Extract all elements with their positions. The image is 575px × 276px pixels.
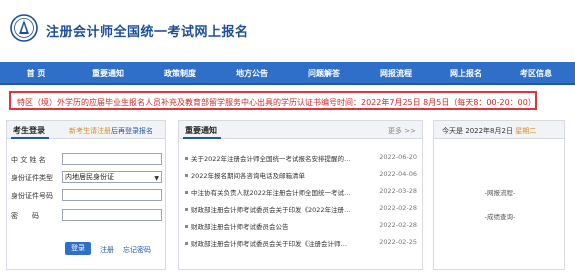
today-weekday: 星期二 [515,127,537,135]
news-item-date: 2022-02-25 [379,238,417,246]
password-input[interactable] [62,209,162,221]
news-item-date: 2022-04-06 [379,170,417,178]
news-panel-header: 重要通知 更多 >> [179,121,422,139]
site-title: 注册会计师全国统一考试网上报名 [46,25,249,40]
password-label: 密 码 [11,212,39,220]
tab-underline [11,137,49,139]
today-panel-header: 今天是 2022年8月2日 星期二 [434,121,564,139]
news-item[interactable]: 财政部注册会计师考试委员会关于印发《2022年注册会计师全国统一考试报名简章》的… [185,203,417,215]
news-item[interactable]: 财政部注册会计师考试委员会公告 2022-02-28 [185,220,417,232]
name-label: 中 文 姓 名 [11,156,46,164]
today-panel: 今天是 2022年8月2日 星期二 -网报流程- -成绩查询- [433,120,565,270]
news-panel: 重要通知 更多 >> 关于2022年注册会计师全国统一考试报名安排提醒的公告 2… [178,120,423,270]
news-item-title[interactable]: 财政部注册会计师考试委员会公告 [191,221,353,231]
news-item-title[interactable]: 财政部注册会计师考试委员会关于印发《注册会计师全国统一考试违规行为处理办法》的通… [191,238,353,248]
more-link[interactable]: 更多 >> [388,126,416,136]
today-date: 今天是 2022年8月2日 星期二 [442,126,536,136]
tab-underline [183,137,221,139]
news-item-date: 2022-03-28 [379,187,417,195]
id-type-value: 内地居民身份证 [65,173,114,181]
forgot-password-link[interactable]: 忘记密码 [123,245,151,255]
nav-important-notice[interactable]: 重要通知 [92,68,124,79]
today-prefix: 今天是 [442,127,463,135]
nav-policy[interactable]: 政策制度 [164,68,196,79]
news-item[interactable]: 关于2022年注册会计师全国统一考试报名安排提醒的公告 2022-06-20 [185,152,417,164]
score-query-link[interactable]: -成绩查询- [434,211,566,221]
news-item[interactable]: 中注协有关负责人就2022年注册会计师全国统一考试报名相关问题答记者问 2022… [185,186,417,198]
register-tip-link[interactable]: 新考生请注册 [69,127,111,135]
news-item-date: 2022-02-28 [379,204,417,212]
main-nav: 首 页 重要通知 政策制度 地方公告 问题解答 网报流程 网上报名 考区信息 [0,62,575,85]
header: 注册会计师全国统一考试网上报名 [0,0,575,62]
registration-process-link[interactable]: -网报流程- [434,187,566,197]
login-tip-rest: 后再登录报名 [111,127,153,135]
nav-exam-area-info[interactable]: 考区信息 [520,68,552,79]
notice-banner: 特区（境）外学历的应届毕业生报名人员补充及教育部留学服务中心出具的学历认证书编号… [9,91,537,110]
nav-registration-process[interactable]: 网报流程 [380,68,412,79]
news-item-date: 2022-02-28 [379,221,417,229]
register-link[interactable]: 注册 [100,245,114,255]
bullet-icon [185,208,188,211]
name-input[interactable] [62,153,162,165]
login-title: 考生登录 [13,126,45,135]
news-item[interactable]: 财政部注册会计师考试委员会关于印发《注册会计师全国统一考试违规行为处理办法》的通… [185,237,417,249]
bullet-icon [185,191,188,194]
nav-home[interactable]: 首 页 [27,68,46,79]
bullet-icon [185,157,188,160]
id-number-input[interactable] [62,189,162,201]
bullet-icon [185,174,188,177]
bullet-icon [185,225,188,228]
news-title: 重要通知 [185,126,217,135]
news-item-title[interactable]: 2022年报名期间各咨询电话及邮箱清单 [191,170,353,180]
dropdown-arrow-icon: ▼ [154,175,159,182]
id-type-select[interactable]: 内地居民身份证 ▼ [62,171,162,183]
login-panel: 考生登录 新考生请注册后再登录报名 中 文 姓 名 身份证件类型 内地居民身份证… [6,120,166,270]
nav-faq[interactable]: 问题解答 [308,68,340,79]
login-panel-header: 考生登录 新考生请注册后再登录报名 [7,121,165,139]
notice-text: 特区（境）外学历的应届毕业生报名人员补充及教育部留学服务中心出具的学历认证书编号… [17,98,536,107]
news-item-title[interactable]: 中注协有关负责人就2022年注册会计师全国统一考试报名相关问题答记者问 [191,187,353,197]
news-item-title[interactable]: 关于2022年注册会计师全国统一考试报名安排提醒的公告 [191,153,353,163]
id-type-label: 身份证件类型 [11,174,53,182]
nav-online-registration[interactable]: 网上报名 [450,68,482,79]
login-button[interactable]: 登录 [65,242,91,255]
cpa-logo-icon [10,14,38,42]
nav-local-announcements[interactable]: 地方公告 [236,68,268,79]
news-item-date: 2022-06-20 [379,153,417,161]
today-date-value: 2022年8月2日 [465,127,513,135]
news-item-title[interactable]: 财政部注册会计师考试委员会关于印发《2022年注册会计师全国统一考试报名简章》的… [191,204,353,214]
bullet-icon [185,242,188,245]
id-number-label: 身份证件号码 [11,192,53,200]
login-tip: 新考生请注册后再登录报名 [69,126,153,136]
news-item[interactable]: 2022年报名期间各咨询电话及邮箱清单 2022-04-06 [185,169,417,181]
